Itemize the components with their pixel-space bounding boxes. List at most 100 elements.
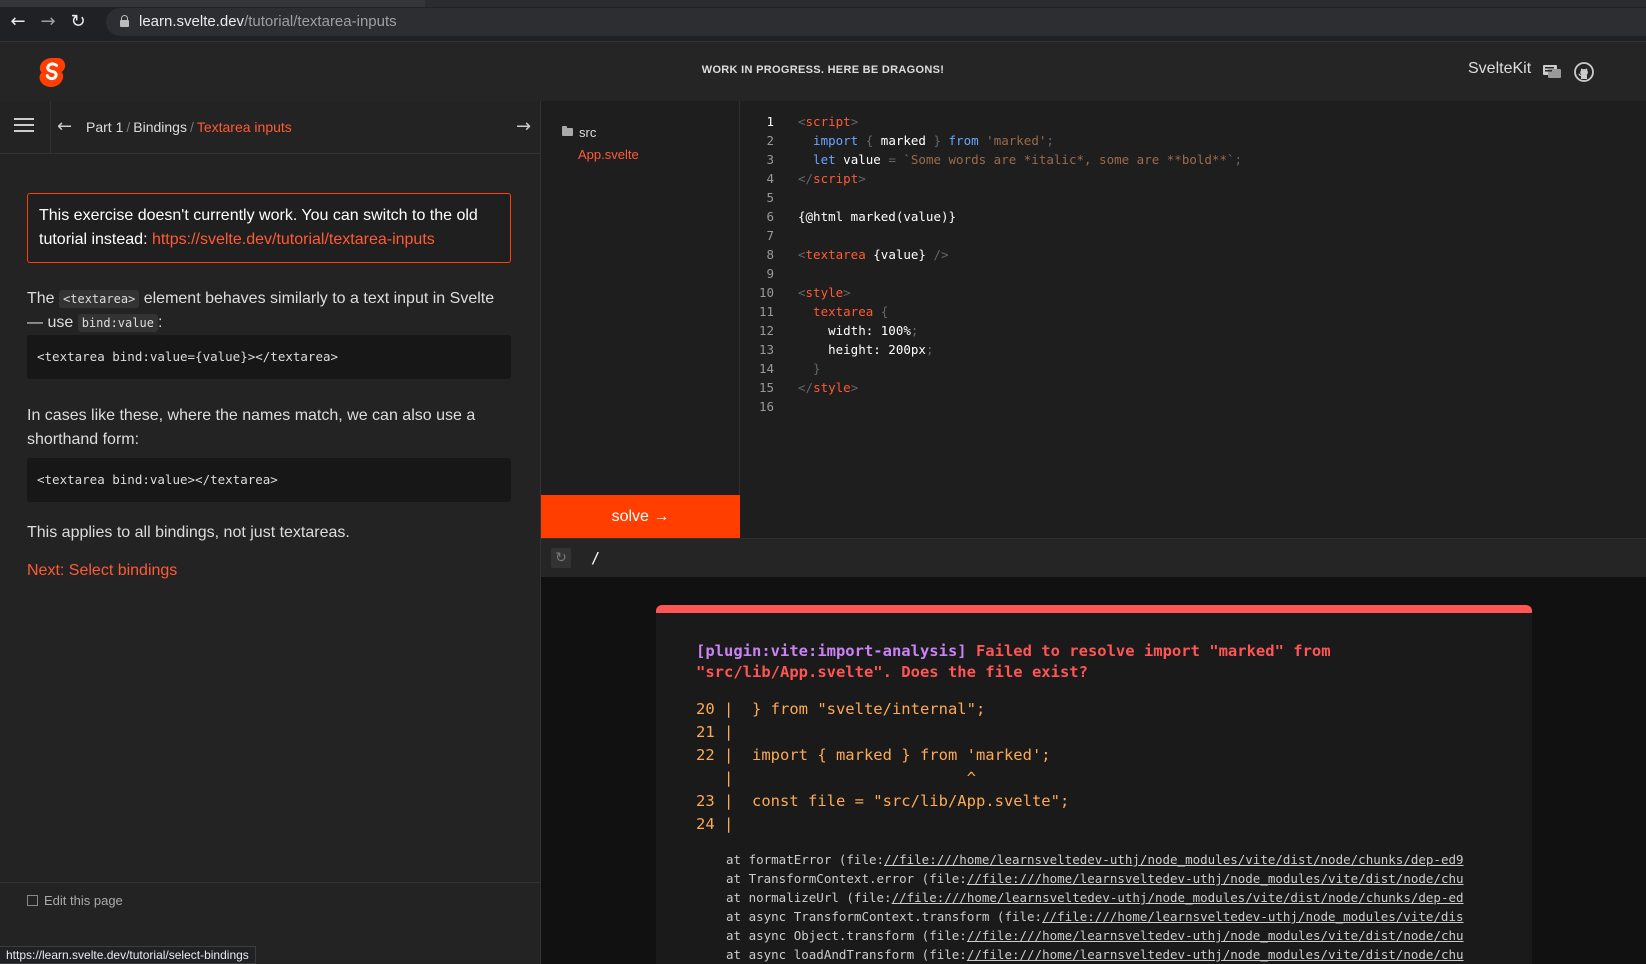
line-number: 10 <box>758 285 774 300</box>
token: script <box>813 171 859 186</box>
url-host: learn.svelte.dev <box>139 13 245 30</box>
token: ; <box>925 342 934 357</box>
token: </ <box>798 380 814 395</box>
token: > <box>858 171 866 186</box>
hamburger-menu-icon[interactable] <box>14 118 34 136</box>
chat-icon[interactable] <box>1543 64 1561 80</box>
line-number: 8 <box>766 247 774 262</box>
stack-text: at formatError (file: <box>726 852 885 867</box>
stack-line: at async Object.transform (file://file:/… <box>726 928 1516 943</box>
old-tutorial-link[interactable]: https://svelte.dev/tutorial/textarea-inp… <box>152 231 435 248</box>
stack-link[interactable]: //file:///home/learnsveltedev-uthj/node_… <box>967 947 1464 962</box>
breadcrumb-current: Textarea inputs <box>196 119 292 135</box>
code-frame-line: 20 | } from "svelte/internal"; <box>696 700 986 718</box>
reload-icon[interactable]: ↻ <box>67 11 89 33</box>
stack-line: at normalizeUrl (file://file:///home/lea… <box>726 890 1516 905</box>
stack-text: at async loadAndTransform (file: <box>726 947 967 962</box>
preview-address-bar: ↻ / <box>541 538 1646 577</box>
code-line: <style> <box>798 285 851 300</box>
wip-banner: WORK IN PROGRESS. HERE BE DRAGONS! <box>701 64 945 76</box>
token: textarea <box>798 304 874 319</box>
stack-line: at async TransformContext.transform (fil… <box>726 909 1516 924</box>
token: ; <box>910 323 919 338</box>
line-number: 6 <box>766 209 774 224</box>
url-text[interactable]: learn.svelte.dev/tutorial/textarea-input… <box>139 13 397 30</box>
code-frame-line: 22 | import { marked } from 'marked'; <box>696 746 1051 764</box>
code-line: import { marked } from 'marked'; <box>798 133 1054 148</box>
inline-code: <textarea> <box>59 290 140 308</box>
token: height: 200px <box>798 342 926 357</box>
previous-lesson-arrow-icon[interactable]: ← <box>57 116 72 137</box>
preview-path-input[interactable]: / <box>591 549 600 567</box>
browser-toolbar: ← → ↻ learn.svelte.dev/tutorial/textarea… <box>0 0 1646 42</box>
token: from <box>948 133 979 148</box>
code-line: {@html marked(value)} <box>798 209 957 224</box>
token: 'marked' <box>978 133 1047 148</box>
forward-arrow-icon[interactable]: → <box>37 11 59 33</box>
token: {value} <box>865 247 934 262</box>
preview-pane: [plugin:vite:import-analysis] Failed to … <box>541 577 1646 964</box>
code-editor[interactable]: 1 2 3 4 5 6 7 8 9 10 11 12 13 14 15 16 <… <box>740 101 1646 538</box>
tab-strip <box>0 0 1646 7</box>
stack-link[interactable]: //file:///home/learnsveltedev-uthj/node_… <box>1042 909 1463 924</box>
active-tab[interactable] <box>0 0 425 7</box>
code-frame-line: | ^ <box>696 769 976 787</box>
divider <box>50 101 51 154</box>
breadcrumb-section[interactable]: Bindings <box>133 119 187 135</box>
token: ; <box>1234 152 1243 167</box>
next-lesson-link[interactable]: Next: Select bindings <box>27 559 177 583</box>
code-line: } <box>798 361 821 376</box>
token: > <box>850 114 859 129</box>
lesson-panel: ← Part 1/Bindings / Textarea inputs → This… <box>0 101 541 964</box>
token: /> <box>933 247 949 262</box>
folder-src[interactable]: src <box>579 125 596 140</box>
token: textarea <box>805 247 866 262</box>
line-number: 13 <box>758 342 774 357</box>
divider <box>0 882 541 883</box>
token: </ <box>798 171 814 186</box>
stack-link[interactable]: //file:///home/learnsveltedev-uthj/node_… <box>884 852 1463 867</box>
token: < <box>798 247 806 262</box>
edit-icon[interactable] <box>27 895 38 906</box>
code-line: <textarea {value} /> <box>798 247 949 262</box>
line-number: 11 <box>758 304 774 319</box>
token: marked <box>880 133 926 148</box>
line-number: 2 <box>766 133 774 148</box>
text: The <box>27 290 60 307</box>
code-example-1: <textarea bind:value={value}></textarea> <box>27 335 511 379</box>
lock-icon[interactable] <box>120 15 129 27</box>
code-line: height: 200px; <box>798 342 933 357</box>
line-number: 12 <box>758 323 774 338</box>
file-app-svelte[interactable]: App.svelte <box>578 147 639 162</box>
edit-this-page-link[interactable]: Edit this page <box>44 893 123 908</box>
code-line: width: 100%; <box>798 323 918 338</box>
stack-link[interactable]: //file:///home/learnsveltedev-uthj/node_… <box>967 928 1464 943</box>
lesson-paragraph-2: In cases like these, where the names mat… <box>27 407 476 448</box>
preview-reload-icon[interactable]: ↻ <box>551 548 571 568</box>
address-bar[interactable]: learn.svelte.dev/tutorial/textarea-input… <box>106 8 1646 36</box>
line-number: 15 <box>758 380 774 395</box>
stack-text: at async Object.transform (file: <box>726 928 967 943</box>
token: width: 100% <box>798 323 911 338</box>
next-lesson-arrow-icon[interactable]: → <box>516 116 531 137</box>
link-status-bubble: https://learn.svelte.dev/tutorial/select… <box>0 946 256 964</box>
breadcrumb-part[interactable]: Part 1 <box>86 119 123 135</box>
token: script <box>805 114 851 129</box>
solve-button[interactable]: solve → <box>541 495 740 538</box>
sveltekit-link[interactable]: SvelteKit <box>1468 60 1531 78</box>
token: style <box>805 285 844 300</box>
back-arrow-icon[interactable]: ← <box>7 11 29 33</box>
stack-link[interactable]: //file:///home/learnsveltedev-uthj/node_… <box>892 890 1464 905</box>
text: : <box>157 314 163 331</box>
code-frame-line: 24 | <box>696 815 734 833</box>
code-frame-line: 23 | const file = "src/lib/App.svelte"; <box>696 792 1070 810</box>
error-overlay: [plugin:vite:import-analysis] Failed to … <box>656 605 1532 964</box>
stack-link[interactable]: //file:///home/learnsveltedev-uthj/node_… <box>967 871 1464 886</box>
github-icon[interactable] <box>1574 62 1594 82</box>
inline-code: bind:value <box>77 314 158 332</box>
token: value <box>835 152 881 167</box>
token: > <box>850 380 859 395</box>
code-line: textarea { <box>798 304 888 319</box>
error-plugin: [plugin:vite:import-analysis] <box>696 642 967 660</box>
token: { <box>873 304 889 319</box>
